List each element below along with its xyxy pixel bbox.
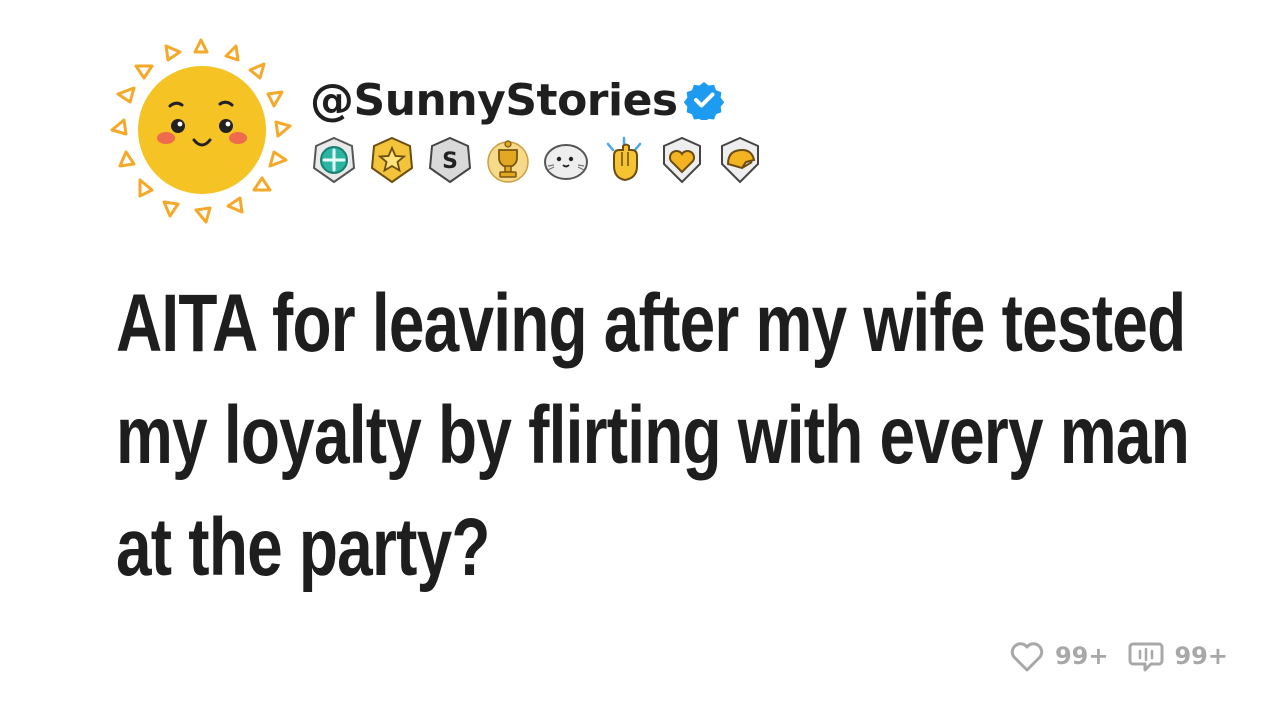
gold-star-award-icon[interactable] (366, 134, 418, 186)
comment-stat[interactable]: 99+ (1126, 636, 1228, 676)
gold-trophy-award-icon[interactable] (482, 134, 534, 186)
post-title[interactable]: AITA for leaving after my wife tested my… (116, 268, 1192, 604)
silver-s-award-icon[interactable]: S (424, 134, 476, 186)
helmet-award-icon[interactable] (714, 134, 766, 186)
award-badges: S (308, 132, 766, 188)
username[interactable]: @SunnyStories (310, 75, 678, 126)
clapping-hands-award-icon[interactable] (598, 134, 650, 186)
username-row: @SunnyStories (310, 70, 724, 130)
like-count: 99+ (1054, 642, 1109, 670)
verified-check-icon (683, 82, 724, 120)
seal-award-icon[interactable] (540, 134, 592, 186)
avatar (110, 38, 292, 224)
post-stats: 99+ 99+ (1007, 636, 1228, 676)
svg-text:S: S (442, 149, 458, 174)
heart-icon (1010, 642, 1044, 672)
post-card: @SunnyStories S AITA for leaving after m… (0, 0, 1280, 720)
teal-gem-award-icon[interactable] (308, 134, 360, 186)
comment-count: 99+ (1174, 642, 1228, 670)
gold-heart-award-icon[interactable] (656, 134, 708, 186)
comment-icon (1128, 642, 1164, 672)
smiling-sun-icon[interactable] (96, 30, 306, 230)
like-stat[interactable]: 99+ (1007, 636, 1109, 676)
